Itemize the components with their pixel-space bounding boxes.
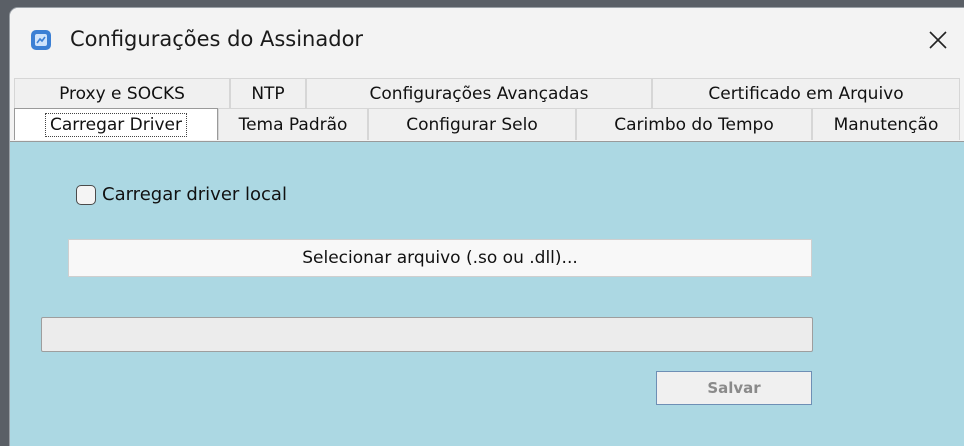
select-file-label: Selecionar arquivo (.so ou .dll)... xyxy=(302,248,578,268)
tab-ntp[interactable]: NTP xyxy=(230,78,306,108)
tab-strip: Proxy e SOCKS NTP Configurações Avançada… xyxy=(14,78,960,140)
tab-label: Carimbo do Tempo xyxy=(614,114,774,135)
tab-tema-padrao[interactable]: Tema Padrão xyxy=(218,108,368,140)
tab-label: Manutenção xyxy=(833,114,939,135)
tab-certificado-arquivo[interactable]: Certificado em Arquivo xyxy=(652,78,960,108)
window-title: Configurações do Assinador xyxy=(70,27,364,51)
tab-panel-carregar-driver: Carregar driver local Selecionar arquivo… xyxy=(10,141,964,446)
tab-carimbo-tempo[interactable]: Carimbo do Tempo xyxy=(576,108,812,140)
close-icon xyxy=(929,31,947,49)
tab-manutencao[interactable]: Manutenção xyxy=(812,108,960,140)
app-icon xyxy=(30,29,52,51)
close-button[interactable] xyxy=(920,22,956,58)
tab-configuracoes-avancadas[interactable]: Configurações Avançadas xyxy=(306,78,652,108)
local-driver-option[interactable]: Carregar driver local xyxy=(76,184,287,205)
save-button[interactable]: Salvar xyxy=(656,371,812,405)
local-driver-checkbox[interactable] xyxy=(76,184,96,205)
tab-configurar-selo[interactable]: Configurar Selo xyxy=(368,108,576,140)
tab-proxy-socks[interactable]: Proxy e SOCKS xyxy=(14,78,230,108)
select-file-button[interactable]: Selecionar arquivo (.so ou .dll)... xyxy=(68,239,812,277)
tab-label: Configurar Selo xyxy=(406,114,538,135)
title-bar: Configurações do Assinador xyxy=(10,8,964,72)
tab-label: Configurações Avançadas xyxy=(369,83,589,104)
tab-label: Tema Padrão xyxy=(238,114,348,135)
local-driver-label[interactable]: Carregar driver local xyxy=(102,184,287,205)
settings-window: Configurações do Assinador Proxy e SOCKS… xyxy=(10,8,964,446)
tab-label: Carregar Driver xyxy=(45,112,187,137)
tab-label: Certificado em Arquivo xyxy=(708,83,904,104)
save-label: Salvar xyxy=(707,379,761,397)
driver-path-field[interactable] xyxy=(41,317,813,352)
tab-label: NTP xyxy=(251,83,285,104)
tab-carregar-driver[interactable]: Carregar Driver xyxy=(14,108,218,140)
tab-label: Proxy e SOCKS xyxy=(59,83,185,104)
